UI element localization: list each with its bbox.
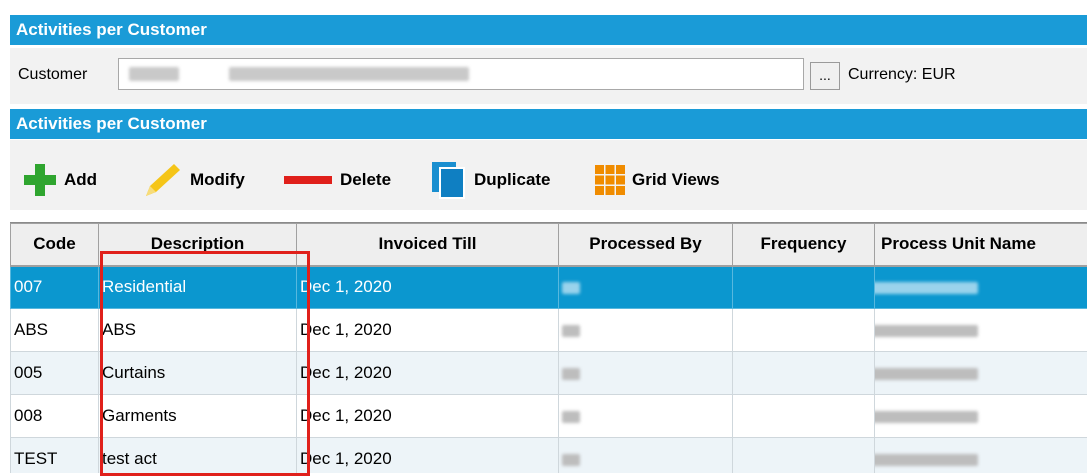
- delete-label: Delete: [340, 170, 391, 190]
- delete-button[interactable]: Delete: [282, 162, 391, 198]
- column-header-processed-by[interactable]: Processed By: [559, 224, 733, 266]
- cell-description: Garments: [99, 395, 297, 438]
- column-header-description[interactable]: Description: [99, 224, 297, 266]
- table-row[interactable]: ABS ABS Dec 1, 2020: [11, 309, 1087, 352]
- table-header-row: Code Description Invoiced Till Processed…: [11, 224, 1087, 266]
- cell-frequency: [733, 352, 875, 395]
- cell-description: Residential: [99, 266, 297, 309]
- redacted-process-unit: [875, 282, 979, 294]
- cell-description: ABS: [99, 309, 297, 352]
- redacted-processed-by: [562, 454, 580, 466]
- column-header-invoiced-till[interactable]: Invoiced Till: [297, 224, 559, 266]
- cell-invoiced-till: Dec 1, 2020: [297, 352, 559, 395]
- customer-label: Customer: [18, 66, 87, 84]
- cell-invoiced-till: Dec 1, 2020: [297, 266, 559, 309]
- cell-process-unit-name: [875, 352, 1087, 395]
- cell-process-unit-name: [875, 266, 1087, 309]
- customer-filter-row: Customer ... Currency: EUR: [10, 48, 1087, 104]
- table-row[interactable]: 005 Curtains Dec 1, 2020: [11, 352, 1087, 395]
- duplicate-button[interactable]: Duplicate: [428, 162, 551, 198]
- cell-processed-by: [559, 266, 733, 309]
- activities-grid: Code Description Invoiced Till Processed…: [10, 222, 1087, 473]
- cell-code: 007: [11, 266, 99, 309]
- cell-processed-by: [559, 352, 733, 395]
- modify-label: Modify: [190, 170, 245, 190]
- cell-processed-by: [559, 438, 733, 474]
- cell-code: TEST: [11, 438, 99, 474]
- cell-invoiced-till: Dec 1, 2020: [297, 395, 559, 438]
- redacted-processed-by: [562, 368, 580, 380]
- duplicate-icon: [428, 160, 468, 200]
- cell-description: test act: [99, 438, 297, 474]
- cell-process-unit-name: [875, 395, 1087, 438]
- add-label: Add: [64, 170, 97, 190]
- grid-views-icon: [594, 164, 626, 196]
- redacted-process-unit: [875, 368, 979, 380]
- redacted-customer-name: [229, 67, 469, 81]
- grid-views-label: Grid Views: [632, 170, 720, 190]
- cell-process-unit-name: [875, 309, 1087, 352]
- column-header-process-unit-name[interactable]: Process Unit Name: [875, 224, 1087, 266]
- column-header-code[interactable]: Code: [11, 224, 99, 266]
- toolbar: Add Modify Delete Duplicate Grid Views: [10, 140, 1087, 210]
- cell-frequency: [733, 266, 875, 309]
- modify-button[interactable]: Modify: [140, 162, 245, 198]
- duplicate-label: Duplicate: [474, 170, 551, 190]
- redacted-processed-by: [562, 411, 580, 423]
- column-header-frequency[interactable]: Frequency: [733, 224, 875, 266]
- redacted-process-unit: [875, 325, 979, 337]
- add-icon: [22, 162, 58, 198]
- redacted-process-unit: [875, 411, 979, 423]
- cell-process-unit-name: [875, 438, 1087, 474]
- redacted-customer-code: [129, 67, 179, 81]
- panel-header-activities: Activities per Customer: [10, 15, 1087, 45]
- customer-field[interactable]: [118, 58, 804, 90]
- table-row[interactable]: TEST test act Dec 1, 2020: [11, 438, 1087, 474]
- cell-frequency: [733, 438, 875, 474]
- grid-views-button[interactable]: Grid Views: [594, 162, 720, 198]
- redacted-process-unit: [875, 454, 979, 466]
- cell-code: ABS: [11, 309, 99, 352]
- cell-code: 008: [11, 395, 99, 438]
- redacted-processed-by: [562, 325, 580, 337]
- cell-frequency: [733, 395, 875, 438]
- cell-invoiced-till: Dec 1, 2020: [297, 309, 559, 352]
- table-row[interactable]: 008 Garments Dec 1, 2020: [11, 395, 1087, 438]
- cell-invoiced-till: Dec 1, 2020: [297, 438, 559, 474]
- section-header-title: Activities per Customer: [16, 114, 207, 133]
- cell-processed-by: [559, 309, 733, 352]
- add-button[interactable]: Add: [22, 162, 97, 198]
- activities-table: Code Description Invoiced Till Processed…: [10, 223, 1087, 473]
- table-row[interactable]: 007 Residential Dec 1, 2020: [11, 266, 1087, 309]
- cell-description: Curtains: [99, 352, 297, 395]
- panel-header-title: Activities per Customer: [16, 20, 207, 39]
- cell-frequency: [733, 309, 875, 352]
- section-header-activities: Activities per Customer: [10, 109, 1087, 139]
- cell-processed-by: [559, 395, 733, 438]
- pencil-icon: [140, 162, 184, 198]
- delete-icon: [282, 162, 334, 198]
- customer-lookup-button[interactable]: ...: [810, 62, 840, 90]
- cell-code: 005: [11, 352, 99, 395]
- currency-label: Currency: EUR: [848, 66, 956, 84]
- redacted-processed-by: [562, 282, 580, 294]
